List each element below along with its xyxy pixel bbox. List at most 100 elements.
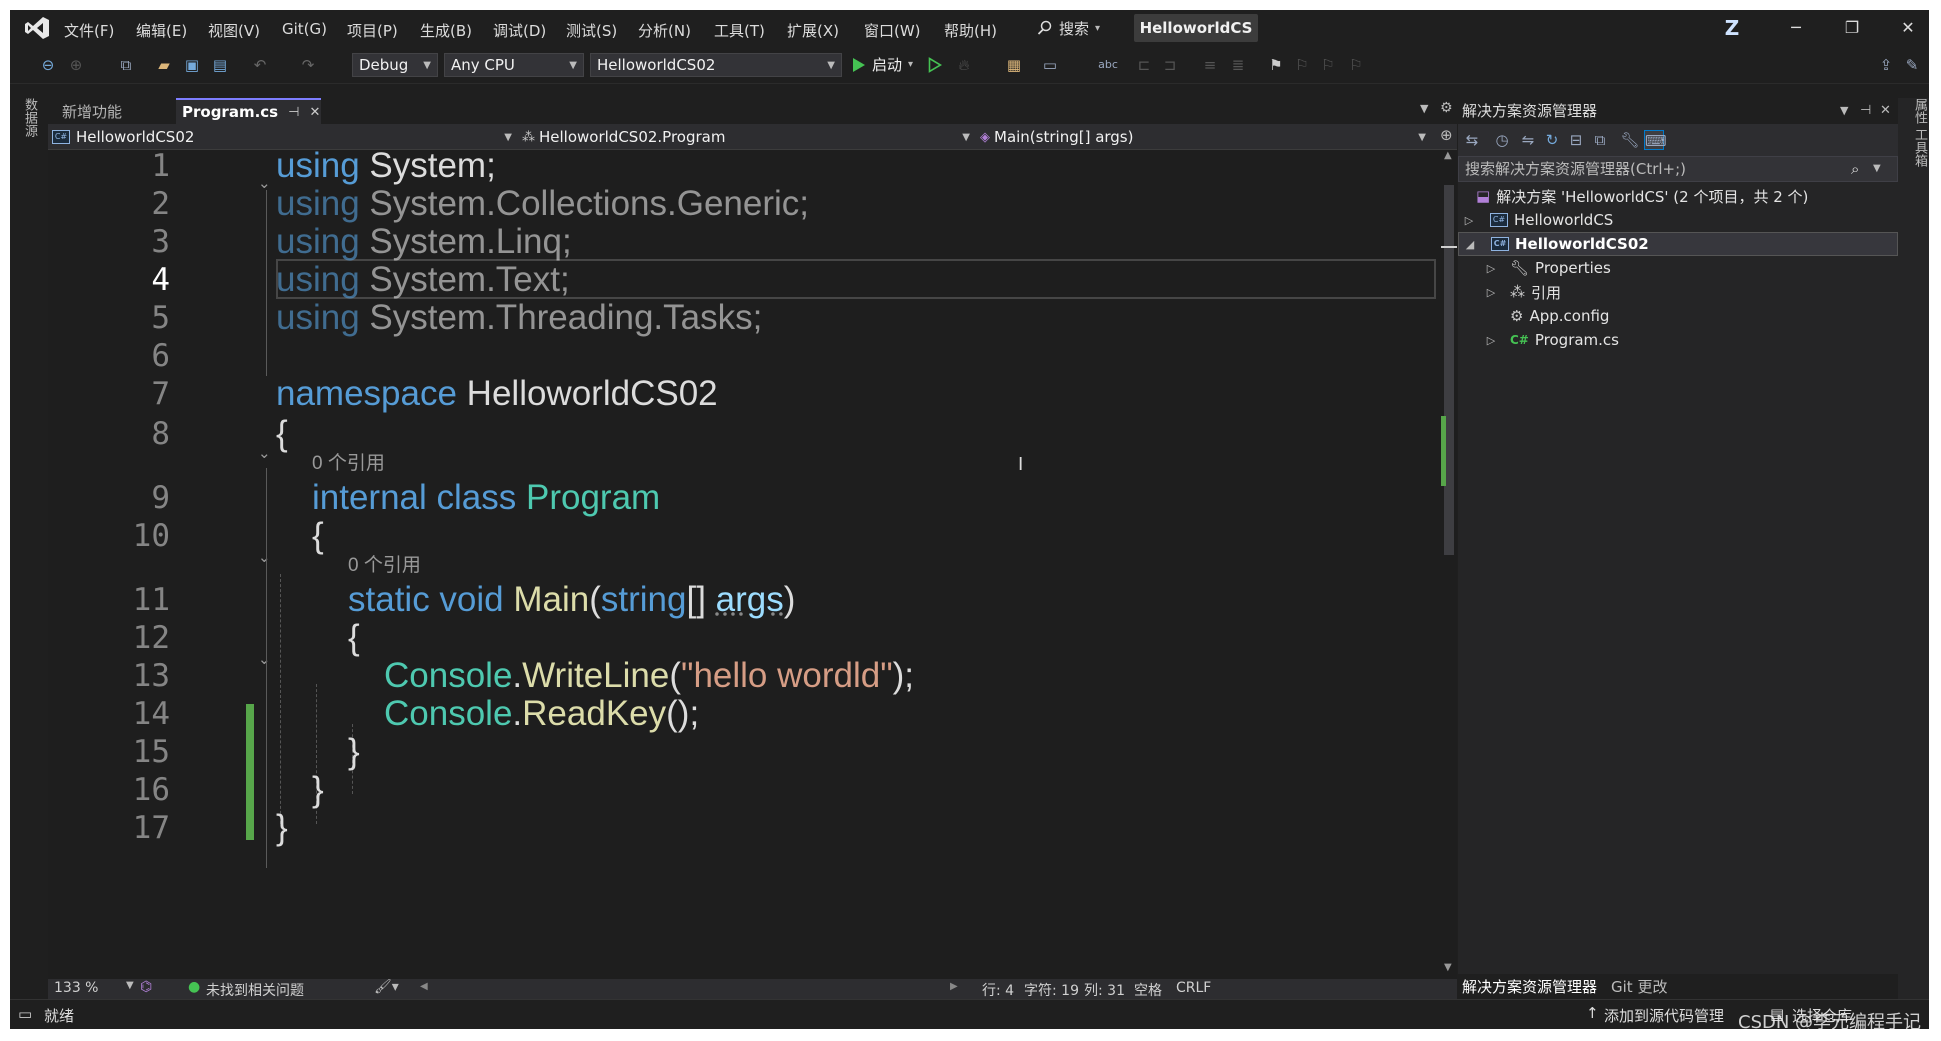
start-without-debugging-icon[interactable] xyxy=(928,57,942,73)
code-line-5[interactable]: using System.Threading.Tasks; xyxy=(276,298,762,338)
char-position[interactable]: 字符: 19 xyxy=(1024,980,1079,1000)
member-navigation-dropdown[interactable]: ◈ Main(string[] args) ▼ xyxy=(980,126,1430,148)
undo-icon[interactable]: ↶ xyxy=(250,55,270,75)
whitespace-mode[interactable]: 空格 xyxy=(1134,980,1162,1000)
show-all-files-icon[interactable]: ⧉ xyxy=(1590,130,1610,150)
line-position[interactable]: 行: 4 xyxy=(982,980,1014,1000)
configuration-dropdown[interactable]: Debug ▼ xyxy=(352,53,438,77)
tab-list-dropdown-icon[interactable]: ▼ xyxy=(1420,102,1428,115)
project-navigation-dropdown[interactable]: C# HelloworldCS02 ▼ xyxy=(52,126,516,148)
restore-icon[interactable]: ❐ xyxy=(1832,14,1872,42)
menu-extensions[interactable]: 扩展(X) xyxy=(787,20,839,41)
spell-check-icon[interactable]: abc xyxy=(1098,55,1118,75)
tab-solution-explorer[interactable]: 解决方案资源管理器 xyxy=(1462,976,1597,997)
type-navigation-dropdown[interactable]: ⁂ HelloworldCS02.Program ▼ xyxy=(522,126,974,148)
code-editor[interactable]: 1 2 3 4 5 6 7 8 9 10 11 12 13 14 15 16 1… xyxy=(48,150,1441,979)
navigate-forward-icon[interactable]: ⊕ xyxy=(66,55,86,75)
split-editor-icon[interactable]: ⊕ xyxy=(1440,126,1453,144)
notification-icon[interactable]: ▭ xyxy=(18,1005,32,1023)
menu-view[interactable]: 视图(V) xyxy=(208,20,260,41)
scroll-thumb[interactable] xyxy=(1444,185,1454,555)
issues-status[interactable]: 未找到相关问题 xyxy=(206,980,304,1000)
tree-item-program-cs[interactable]: ▷ C# Program.cs xyxy=(1458,328,1898,352)
code-line-8[interactable]: { xyxy=(276,414,288,454)
menu-edit[interactable]: 编辑(E) xyxy=(136,20,187,41)
start-debugging-button[interactable]: 启动 ▾ xyxy=(852,54,913,75)
next-bookmark-icon[interactable]: ⚐ xyxy=(1318,55,1338,75)
tree-item-helloworldcs[interactable]: ▷ C# HelloworldCS xyxy=(1458,208,1898,232)
new-project-icon[interactable]: ⧉ xyxy=(116,55,136,75)
solution-search-input[interactable]: 搜索解决方案资源管理器(Ctrl+;) ⌕ ▼ xyxy=(1458,156,1898,182)
line-ending[interactable]: CRLF xyxy=(1176,980,1211,996)
tree-item-references[interactable]: ▷ ⁂ 引用 xyxy=(1458,280,1898,304)
switch-view-icon[interactable]: ⇆ xyxy=(1462,130,1482,150)
fold-toggle-icon[interactable]: ⌄ xyxy=(258,650,271,668)
expand-icon[interactable]: ▷ xyxy=(1484,334,1498,347)
pin-icon[interactable]: ⊣ xyxy=(288,105,299,120)
data-sources-tab[interactable]: 数据源 xyxy=(20,98,39,137)
code-line-11[interactable]: static void Main(string[] args) xyxy=(348,580,795,620)
pending-changes-icon[interactable]: ◷ xyxy=(1492,130,1512,150)
bookmark-icon[interactable]: ⚑ xyxy=(1266,55,1286,75)
pin-icon[interactable]: ⊣ xyxy=(1860,98,1871,124)
vertical-scrollbar[interactable]: ▲ ▼ xyxy=(1441,150,1457,979)
save-icon[interactable]: ▣ xyxy=(182,55,202,75)
chevron-down-icon[interactable]: ▼ xyxy=(126,980,134,991)
chevron-down-icon[interactable]: ▼ xyxy=(1873,157,1881,181)
menu-build[interactable]: 生成(B) xyxy=(420,20,472,41)
minimize-icon[interactable]: ─ xyxy=(1776,14,1816,42)
tab-whats-new[interactable]: 新增功能 xyxy=(56,98,172,124)
global-search[interactable]: 搜索 ▾ xyxy=(1037,15,1100,41)
fold-toggle-icon[interactable]: ⌄ xyxy=(258,444,271,462)
scroll-left-icon[interactable]: ◀ xyxy=(420,981,428,992)
menu-git[interactable]: Git(G) xyxy=(282,20,327,38)
tree-item-solution[interactable]: ⬓ 解决方案 'HelloworldCS' (2 个项目，共 2 个) xyxy=(1458,184,1898,208)
indent-icon[interactable]: ≡ xyxy=(1200,55,1220,75)
fold-toggle-icon[interactable]: ⌄ xyxy=(258,548,271,566)
code-line-9[interactable]: internal class Program xyxy=(312,478,660,518)
menu-help[interactable]: 帮助(H) xyxy=(944,20,997,41)
expand-icon[interactable]: ▷ xyxy=(1484,262,1498,275)
code-line-10[interactable]: { xyxy=(312,516,324,556)
menu-window[interactable]: 窗口(W) xyxy=(864,20,921,41)
preview-icon[interactable]: ⌨ xyxy=(1644,130,1667,150)
code-line-14[interactable]: Console.ReadKey(); xyxy=(384,694,699,734)
code-line-17[interactable]: } xyxy=(276,808,288,848)
column-position[interactable]: 列: 31 xyxy=(1084,980,1125,1000)
code-line-16[interactable]: } xyxy=(312,770,324,810)
navigate-back-icon[interactable]: ⊖ xyxy=(38,55,58,75)
collapse-all-icon[interactable]: ⊟ xyxy=(1566,130,1586,150)
comment-icon[interactable]: ⊏ xyxy=(1134,55,1154,75)
menu-file[interactable]: 文件(F) xyxy=(64,20,114,41)
tree-item-app-config[interactable]: ⚙ App.config xyxy=(1458,304,1898,328)
menu-test[interactable]: 测试(S) xyxy=(566,20,617,41)
menu-debug[interactable]: 调试(D) xyxy=(493,20,546,41)
expand-icon[interactable]: ▷ xyxy=(1484,286,1498,299)
redo-icon[interactable]: ↷ xyxy=(298,55,318,75)
share-icon[interactable]: ⇪ xyxy=(1876,55,1896,75)
open-folder-icon[interactable]: ▰ xyxy=(154,55,174,75)
codelens-references[interactable]: 0 个引用 xyxy=(348,550,421,577)
platform-dropdown[interactable]: Any CPU ▼ xyxy=(444,53,584,77)
code-line-15[interactable]: } xyxy=(348,732,360,772)
clear-bookmarks-icon[interactable]: ⚐ xyxy=(1346,55,1366,75)
code-line-3[interactable]: using System.Linq; xyxy=(276,222,572,262)
tab-program-cs[interactable]: Program.cs ⊣ ✕ xyxy=(176,98,321,124)
tree-item-properties[interactable]: ▷ 🔧︎ Properties xyxy=(1458,256,1898,280)
codelens-references[interactable]: 0 个引用 xyxy=(312,448,385,475)
tree-item-helloworldcs02[interactable]: ◢ C# HelloworldCS02 xyxy=(1458,232,1898,256)
code-line-12[interactable]: { xyxy=(348,618,360,658)
close-tab-icon[interactable]: ✕ xyxy=(309,105,320,120)
hot-reload-icon[interactable]: 🔥︎ xyxy=(954,55,974,75)
properties-wrench-icon[interactable]: 🔧︎ xyxy=(1620,130,1640,150)
refresh-icon[interactable]: ↻ xyxy=(1542,130,1562,150)
prev-bookmark-icon[interactable]: ⚐ xyxy=(1292,55,1312,75)
expand-icon[interactable]: ▷ xyxy=(1462,214,1476,227)
uncomment-icon[interactable]: ⊐ xyxy=(1160,55,1180,75)
settings-icon[interactable]: ⚙ xyxy=(1440,100,1453,116)
add-to-source-control-button[interactable]: 添加到源代码管理 xyxy=(1604,1005,1724,1026)
sync-icon[interactable]: ⇋ xyxy=(1518,130,1538,150)
close-panel-icon[interactable]: ✕ xyxy=(1880,98,1891,124)
outdent-icon[interactable]: ≣ xyxy=(1228,55,1248,75)
startup-project-dropdown[interactable]: HelloworldCS02 ▼ xyxy=(590,53,842,77)
